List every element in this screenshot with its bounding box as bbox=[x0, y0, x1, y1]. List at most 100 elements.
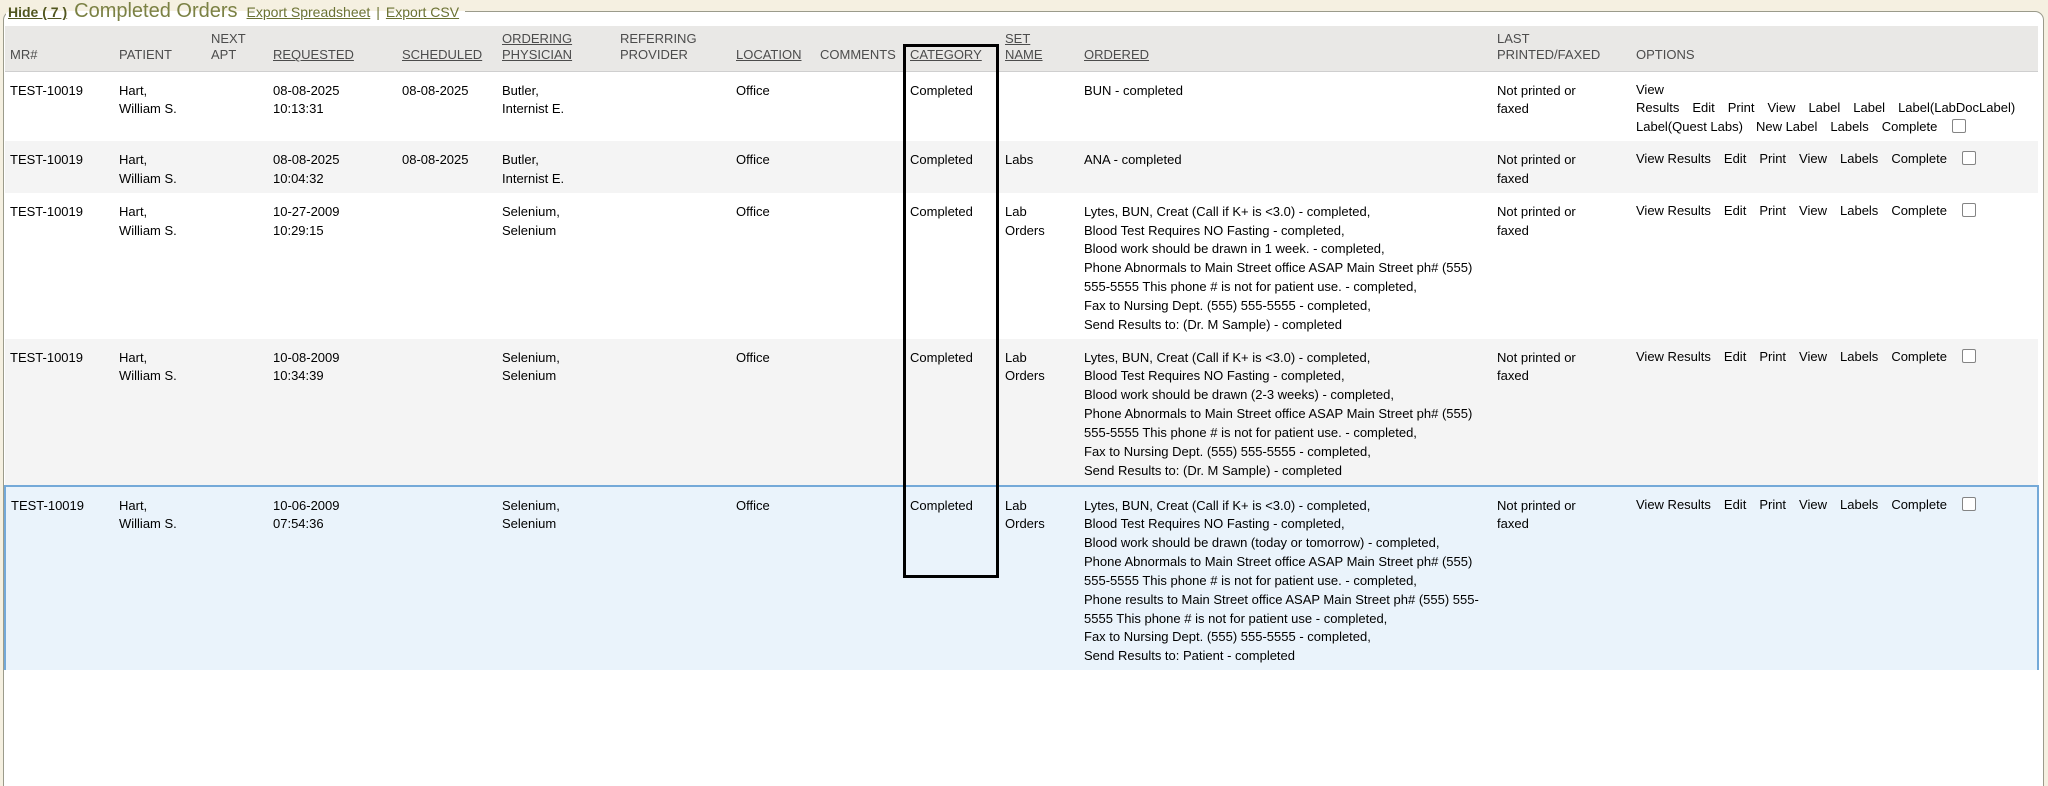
order-row: TEST-10019Hart, William S. 10-27-2009 10:… bbox=[5, 193, 2038, 339]
cell-referring_provider bbox=[615, 71, 731, 141]
option-label-link[interactable]: Label bbox=[1853, 100, 1885, 115]
complete-checkbox[interactable] bbox=[1962, 151, 1976, 165]
option-labels-link[interactable]: Labels bbox=[1840, 203, 1878, 218]
column-header-options: OPTIONS bbox=[1631, 26, 2038, 71]
option-edit-link[interactable]: Edit bbox=[1724, 349, 1746, 364]
cell-comments bbox=[815, 193, 905, 339]
header-label-referring_provider: REFERRING PROVIDER bbox=[620, 31, 697, 62]
option-view-results-link[interactable]: View Results bbox=[1636, 349, 1711, 364]
sort-link-scheduled[interactable]: SCHEDULED bbox=[402, 47, 482, 62]
option-complete-link[interactable]: Complete bbox=[1891, 497, 1947, 512]
option-labels-link[interactable]: Labels bbox=[1830, 119, 1868, 134]
legend-separator: | bbox=[376, 4, 380, 20]
hide-toggle-link[interactable]: Hide ( 7 ) bbox=[8, 4, 67, 20]
header-label-mr: MR# bbox=[10, 47, 37, 62]
cell-referring_provider bbox=[615, 141, 731, 193]
option-print-link[interactable]: Print bbox=[1759, 497, 1786, 512]
option-print-link[interactable]: Print bbox=[1759, 151, 1786, 166]
panel-title: Completed Orders bbox=[74, 0, 237, 22]
sort-link-ordering_physician[interactable]: ORDERING PHYSICIAN bbox=[502, 31, 572, 62]
cell-requested: 10-06-2009 07:54:36 bbox=[268, 486, 397, 671]
cell-options: View Results Edit Print View Labels Complete bbox=[1631, 141, 2038, 193]
cell-ordered: ANA - completed bbox=[1079, 141, 1492, 193]
complete-checkbox[interactable] bbox=[1962, 349, 1976, 363]
cell-ordering_physician: Selenium, Selenium bbox=[497, 339, 615, 486]
cell-category: Completed bbox=[905, 71, 1000, 141]
option-new-label-link[interactable]: New Label bbox=[1756, 119, 1817, 134]
order-row: TEST-10019Hart, William S.10-06-2009 07:… bbox=[5, 486, 2038, 671]
option-view-link[interactable]: View bbox=[1799, 151, 1827, 166]
sort-link-set_name[interactable]: SET NAME bbox=[1005, 31, 1043, 62]
option-complete-link[interactable]: Complete bbox=[1882, 119, 1938, 134]
cell-set_name: Lab Orders bbox=[1000, 339, 1079, 486]
cell-comments bbox=[815, 339, 905, 486]
cell-ordered: Lytes, BUN, Creat (Call if K+ is <3.0) -… bbox=[1079, 486, 1492, 671]
option-labels-link[interactable]: Labels bbox=[1840, 151, 1878, 166]
option-label-link[interactable]: Label bbox=[1808, 100, 1840, 115]
cell-patient: Hart, William S. bbox=[114, 193, 206, 339]
option-view-results-link[interactable]: View Results bbox=[1636, 82, 1679, 116]
option-view-results-link[interactable]: View Results bbox=[1636, 497, 1711, 512]
option-label-labdoclabel-link[interactable]: Label(LabDocLabel) bbox=[1898, 100, 2015, 115]
sort-link-requested[interactable]: REQUESTED bbox=[273, 47, 354, 62]
option-complete-link[interactable]: Complete bbox=[1891, 151, 1947, 166]
column-header-set_name: SET NAME bbox=[1000, 26, 1079, 71]
order-row: TEST-10019Hart, William S.08-08-2025 10:… bbox=[5, 141, 2038, 193]
header-label-next_apt: NEXT APT bbox=[211, 31, 246, 62]
sort-link-category[interactable]: CATEGORY bbox=[910, 47, 982, 62]
option-print-link[interactable]: Print bbox=[1759, 203, 1786, 218]
column-header-ordered: ORDERED bbox=[1079, 26, 1492, 71]
complete-checkbox[interactable] bbox=[1962, 497, 1976, 511]
export-csv-link[interactable]: Export CSV bbox=[386, 4, 459, 20]
complete-checkbox[interactable] bbox=[1952, 119, 1966, 133]
option-view-results-link[interactable]: View Results bbox=[1636, 203, 1711, 218]
option-view-link[interactable]: View bbox=[1799, 203, 1827, 218]
cell-mr: TEST-10019 bbox=[5, 193, 114, 339]
cell-last_printed: Not printed or faxed bbox=[1492, 486, 1631, 671]
cell-scheduled bbox=[397, 486, 497, 671]
cell-set_name: Labs bbox=[1000, 141, 1079, 193]
column-header-category: CATEGORY bbox=[905, 26, 1000, 71]
option-print-link[interactable]: Print bbox=[1759, 349, 1786, 364]
cell-requested: 10-27-2009 10:29:15 bbox=[268, 193, 397, 339]
option-view-link[interactable]: View bbox=[1799, 349, 1827, 364]
option-label-quest-labs-link[interactable]: Label(Quest Labs) bbox=[1636, 119, 1743, 134]
cell-options: View Results Edit Print View Labels Complete bbox=[1631, 339, 2038, 486]
cell-ordered: BUN - completed bbox=[1079, 71, 1492, 141]
option-edit-link[interactable]: Edit bbox=[1692, 100, 1714, 115]
cell-ordering_physician: Butler, Internist E. bbox=[497, 141, 615, 193]
cell-options: View Results Edit Print View Labels Complete bbox=[1631, 486, 2038, 671]
option-complete-link[interactable]: Complete bbox=[1891, 349, 1947, 364]
cell-scheduled: 08-08-2025 bbox=[397, 71, 497, 141]
cell-referring_provider bbox=[615, 339, 731, 486]
option-labels-link[interactable]: Labels bbox=[1840, 349, 1878, 364]
panel-legend: Hide ( 7 ) Completed Orders Export Spreads… bbox=[6, 0, 465, 23]
cell-scheduled bbox=[397, 339, 497, 486]
option-view-results-link[interactable]: View Results bbox=[1636, 151, 1711, 166]
column-header-ordering_physician: ORDERING PHYSICIAN bbox=[497, 26, 615, 71]
column-header-comments: COMMENTS bbox=[815, 26, 905, 71]
option-edit-link[interactable]: Edit bbox=[1724, 497, 1746, 512]
option-complete-link[interactable]: Complete bbox=[1891, 203, 1947, 218]
sort-link-ordered[interactable]: ORDERED bbox=[1084, 47, 1149, 62]
export-spreadsheet-link[interactable]: Export Spreadsheet bbox=[247, 4, 371, 20]
cell-requested: 08-08-2025 10:13:31 bbox=[268, 71, 397, 141]
cell-mr: TEST-10019 bbox=[5, 71, 114, 141]
cell-scheduled: 08-08-2025 bbox=[397, 141, 497, 193]
option-view-link[interactable]: View bbox=[1768, 100, 1796, 115]
sort-link-location[interactable]: LOCATION bbox=[736, 47, 802, 62]
cell-requested: 10-08-2009 10:34:39 bbox=[268, 339, 397, 486]
column-header-next_apt: NEXT APT bbox=[206, 26, 268, 71]
option-view-link[interactable]: View bbox=[1799, 497, 1827, 512]
complete-checkbox[interactable] bbox=[1962, 203, 1976, 217]
option-edit-link[interactable]: Edit bbox=[1724, 151, 1746, 166]
cell-next_apt bbox=[206, 141, 268, 193]
option-labels-link[interactable]: Labels bbox=[1840, 497, 1878, 512]
cell-comments bbox=[815, 486, 905, 671]
order-row: TEST-10019Hart, William S.08-08-2025 10:… bbox=[5, 71, 2038, 141]
column-header-mr: MR# bbox=[5, 26, 114, 71]
cell-last_printed: Not printed or faxed bbox=[1492, 193, 1631, 339]
option-edit-link[interactable]: Edit bbox=[1724, 203, 1746, 218]
cell-set_name bbox=[1000, 71, 1079, 141]
option-print-link[interactable]: Print bbox=[1728, 100, 1755, 115]
